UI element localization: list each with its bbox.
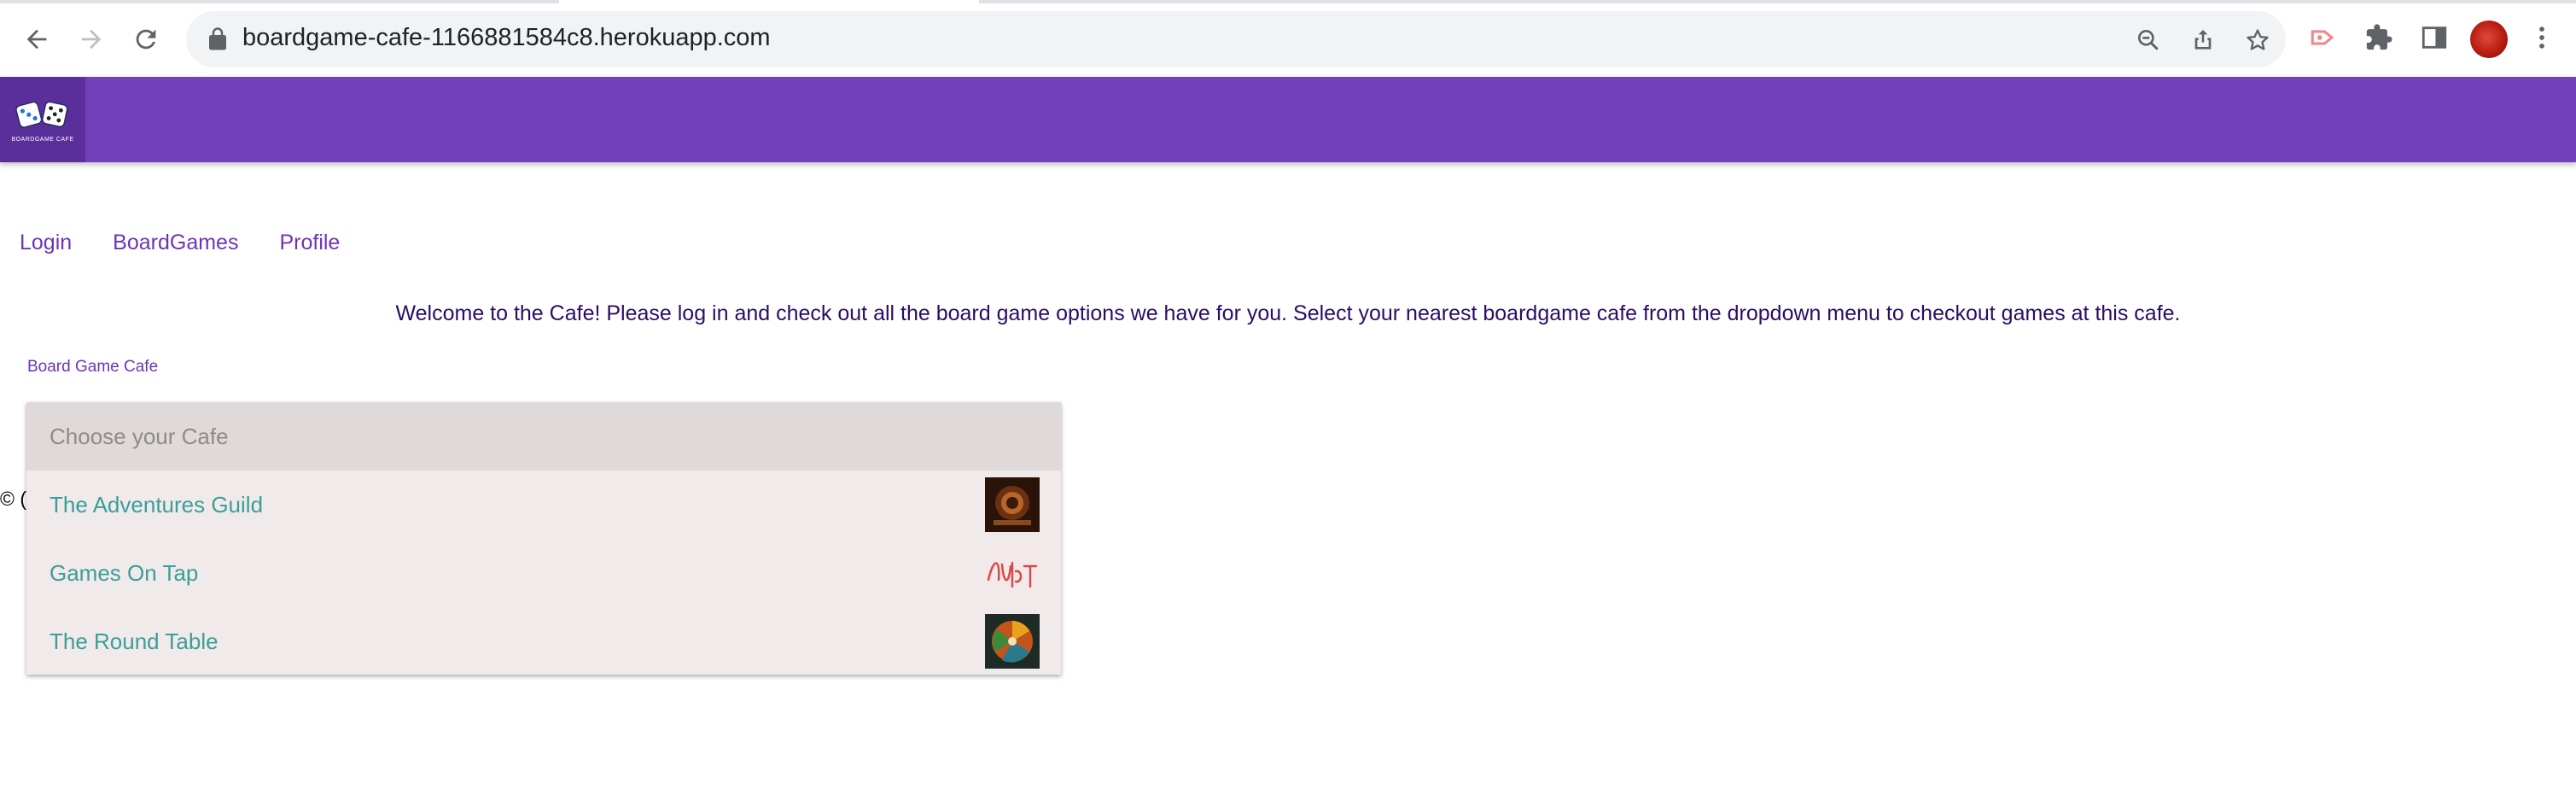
cafe-logo[interactable]: BOARDGAME CAFE [0,77,85,162]
kebab-menu-icon[interactable] [2525,20,2559,55]
round-table-thumbnail [985,614,1040,669]
reload-icon[interactable] [125,19,166,60]
browser-toolbar: boardgame-cafe-1166881584c8.herokuapp.co… [0,0,2576,78]
tab-strip-edge [0,0,559,3]
app-header: BOARDGAME CAFE [0,77,2576,162]
lock-icon[interactable] [205,26,230,52]
adventures-guild-thumbnail [985,477,1040,532]
cafe-select-label: Board Game Cafe [27,358,159,376]
logo-text: BOARDGAME CAFE [11,137,74,143]
cafe-dropdown-menu[interactable]: Choose your Cafe The Adventures Guild Ga… [26,402,1061,675]
games-on-tap-thumbnail [985,546,1040,600]
url-text[interactable]: boardgame-cafe-1166881584c8.herokuapp.co… [242,24,771,52]
address-bar[interactable]: boardgame-cafe-1166881584c8.herokuapp.co… [186,11,2286,67]
cafe-option-games-on-tap[interactable]: Games On Tap [26,539,1061,607]
tab-strip-edge [979,0,2576,3]
side-panel-icon[interactable] [2417,20,2451,55]
nav-link-login[interactable]: Login [20,231,72,255]
dice-icon [15,101,68,128]
main-nav: Login BoardGames Profile [20,231,340,255]
cafe-option-label: The Round Table [50,628,219,654]
welcome-message: Welcome to the Cafe! Please log in and c… [395,301,2181,325]
footer-copyright: © ( [0,488,26,510]
cafe-option-label: Games On Tap [50,559,199,586]
back-icon[interactable] [16,19,57,60]
profile-avatar[interactable] [2470,20,2508,58]
nav-link-profile[interactable]: Profile [279,231,340,255]
cafe-option-round-table[interactable]: The Round Table [26,607,1061,675]
cafe-option-adventures-guild[interactable]: The Adventures Guild [26,471,1061,539]
forward-icon[interactable] [71,19,112,60]
zoom-icon[interactable] [2135,26,2162,54]
share-icon[interactable] [2189,26,2217,54]
bookmark-star-icon[interactable] [2244,26,2271,54]
extensions-puzzle-icon[interactable] [2362,20,2396,55]
extension-record-icon[interactable] [2306,20,2340,55]
cafe-select-placeholder[interactable]: Choose your Cafe [26,402,1061,471]
cafe-option-label: The Adventures Guild [50,491,264,517]
nav-link-boardgames[interactable]: BoardGames [113,231,238,255]
